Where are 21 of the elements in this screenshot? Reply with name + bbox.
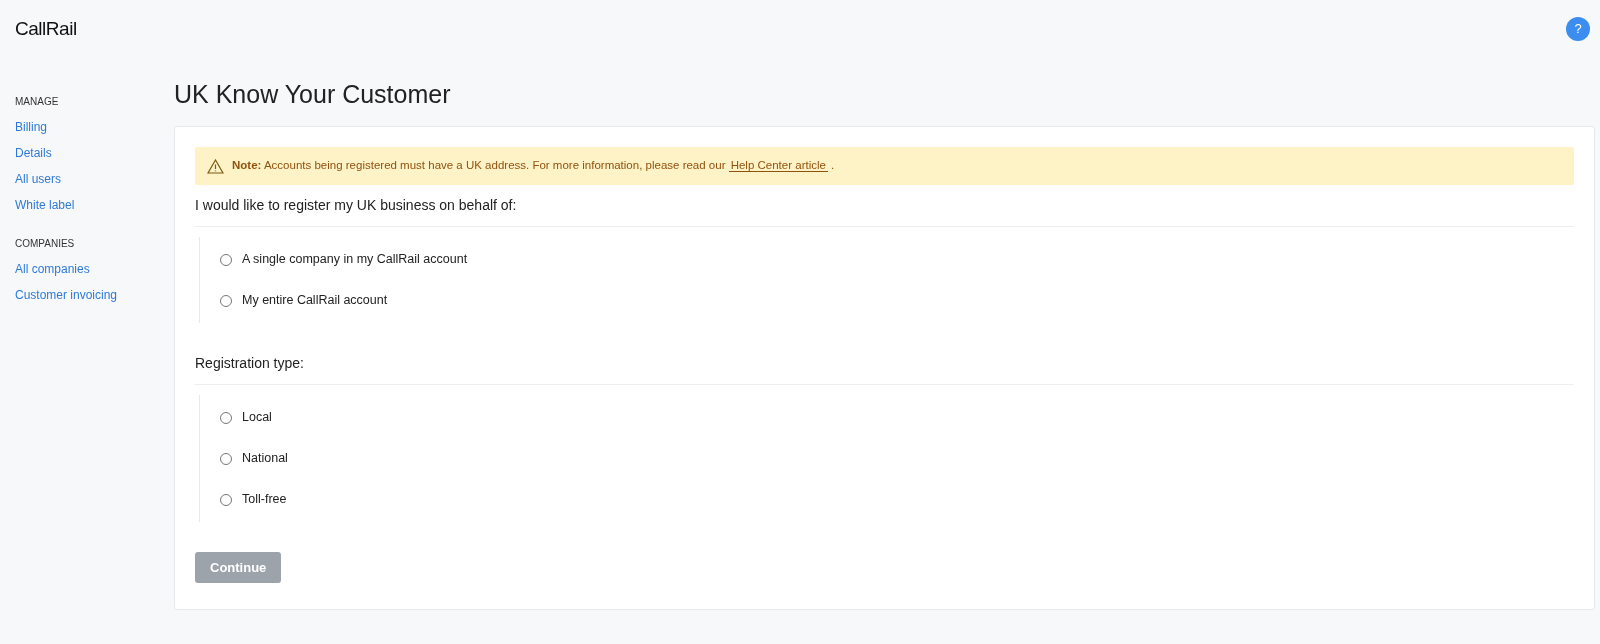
note-text: Note: Accounts being registered must have a UK address. For more information, please read our Help Center article . (232, 158, 835, 175)
radio-option[interactable]: Local (220, 397, 1574, 438)
page-title: UK Know Your Customer (174, 79, 452, 110)
sidebar-heading: MANAGE (15, 95, 60, 109)
sidebar-link[interactable]: All users (15, 166, 174, 192)
help-button[interactable]: ? (1566, 17, 1590, 41)
sidebar-link[interactable]: Details (15, 140, 174, 166)
radio-option[interactable]: Toll-free (220, 479, 1574, 520)
question-label: Registration type: (195, 353, 1574, 385)
sidebar-link[interactable]: All companies (15, 256, 174, 282)
radio-option[interactable]: A single company in my CallRail account (220, 239, 1574, 280)
warning-icon (207, 158, 224, 174)
radio-option[interactable]: National (220, 438, 1574, 479)
logo[interactable]: CallRail (15, 14, 77, 44)
sidebar-heading: COMPANIES (15, 237, 76, 251)
sidebar-link[interactable]: White label (15, 192, 174, 218)
help-center-link[interactable]: Help Center article (728, 159, 828, 173)
sidebar-link[interactable]: Customer invoicing (15, 282, 174, 308)
sidebar-link[interactable]: Billing (15, 114, 174, 140)
radio-option[interactable]: My entire CallRail account (220, 280, 1574, 321)
question-label: I would like to register my UK business on behalf of: (195, 195, 1574, 227)
